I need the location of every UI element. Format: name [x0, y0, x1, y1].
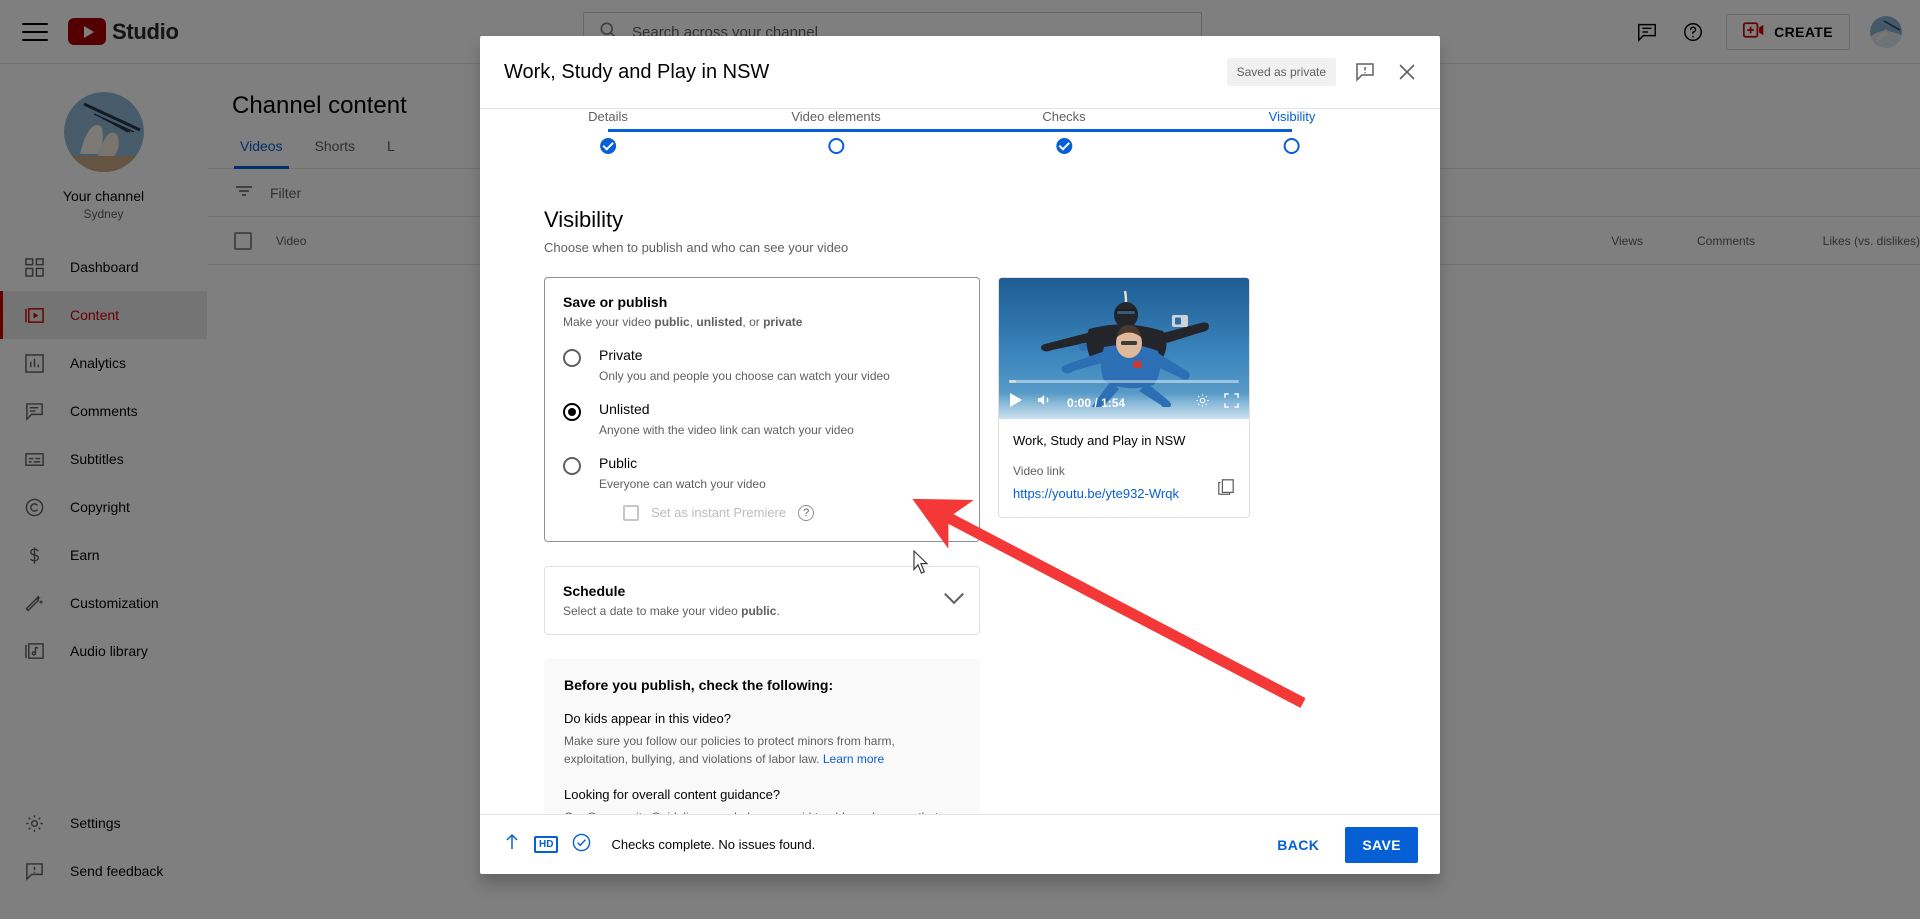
wizard-stepper: Details Video elements Checks Visibility [480, 109, 1440, 181]
save-or-publish-card: Save or publish Make your video public, … [544, 276, 980, 542]
step-label: Video elements [791, 108, 881, 124]
check-circle-icon [572, 833, 591, 857]
pre-publish-notice: Before you publish, check the following:… [544, 658, 980, 814]
close-icon[interactable] [1394, 59, 1420, 85]
video-link[interactable]: https://youtu.be/yte932-Wrqk [1013, 486, 1179, 501]
hd-badge: HD [534, 836, 559, 853]
schedule-sub-suffix: . [776, 603, 780, 618]
notice-paragraph-2: Our Community Guidelines can help you av… [564, 808, 960, 814]
radio-option-public[interactable]: Public Everyone can watch your video Set… [563, 455, 961, 521]
sub-private: private [763, 314, 803, 329]
video-player[interactable]: 0:00 / 1:54 [999, 277, 1249, 419]
chevron-down-icon[interactable] [944, 584, 964, 605]
checks-status-text: Checks complete. No issues found. [611, 837, 816, 852]
step-label: Details [588, 108, 628, 124]
dialog-header: Work, Study and Play in NSW Saved as pri… [480, 36, 1440, 108]
notice-question-1: Do kids appear in this video? [564, 710, 731, 726]
learn-more-link[interactable]: Learn more [823, 752, 884, 766]
radio-unlisted[interactable] [563, 402, 581, 421]
visibility-column: Save or publish Make your video public, … [544, 276, 980, 814]
radio-label: Public [599, 454, 638, 471]
step-dot-done [1055, 137, 1072, 154]
feedback-icon[interactable] [1352, 59, 1378, 85]
notice-paragraph-1: Make sure you follow our policies to pro… [564, 732, 960, 769]
dialog-footer: HD Checks complete. No issues found. BAC… [480, 814, 1440, 874]
sub-unlisted: unlisted [696, 314, 743, 329]
stepper-line-3 [1064, 128, 1292, 132]
sub-sep2: , or [742, 314, 764, 329]
instant-premiere-label: Set as instant Premiere [651, 505, 787, 521]
radio-private[interactable] [563, 348, 581, 367]
radio-label: Unlisted [599, 400, 650, 417]
stepper-line-2 [836, 128, 1064, 132]
sub-prefix: Make your video [563, 314, 655, 329]
copy-icon[interactable] [1217, 478, 1235, 501]
play-icon[interactable] [1009, 393, 1023, 412]
video-link-label: Video link [1013, 463, 1065, 478]
progress-bar[interactable] [1009, 379, 1239, 383]
instant-premiere-checkbox[interactable] [623, 504, 639, 521]
radio-option-unlisted[interactable]: Unlisted Anyone with the video link can … [563, 401, 961, 437]
dialog-header-actions: Saved as private [1226, 58, 1420, 86]
schedule-heading: Schedule [563, 582, 626, 599]
volume-icon[interactable] [1037, 393, 1053, 412]
notice-heading: Before you publish, check the following: [564, 676, 834, 693]
radio-public[interactable] [563, 456, 581, 475]
radio-option-private[interactable]: Private Only you and people you choose c… [563, 347, 961, 383]
fullscreen-icon[interactable] [1224, 393, 1239, 413]
step-label: Visibility [1268, 108, 1316, 124]
upload-icon [504, 833, 520, 856]
instant-premiere-row[interactable]: Set as instant Premiere ? [623, 504, 815, 521]
status-badge: Saved as private [1226, 58, 1336, 86]
dialog-title: Work, Study and Play in NSW [504, 60, 770, 83]
back-button[interactable]: BACK [1261, 827, 1335, 863]
radio-description: Anyone with the video link can watch you… [599, 422, 854, 437]
save-or-publish-heading: Save or publish [563, 293, 668, 310]
video-info: Work, Study and Play in NSW Video link h… [999, 419, 1249, 517]
step-dot-current [1284, 137, 1300, 154]
schedule-sub-prefix: Select a date to make your video [563, 603, 742, 618]
schedule-sub: Select a date to make your video public. [563, 604, 780, 618]
schedule-card[interactable]: Schedule Select a date to make your vide… [544, 565, 980, 635]
section-subheading: Choose when to publish and who can see y… [544, 239, 849, 255]
radio-description: Only you and people you choose can watch… [599, 368, 890, 383]
schedule-sub-bold: public [741, 603, 777, 618]
gear-icon[interactable] [1195, 393, 1210, 413]
radio-description: Everyone can watch your video [599, 476, 766, 491]
dialog-body[interactable]: Visibility Choose when to publish and wh… [480, 181, 1440, 814]
video-upload-dialog: Work, Study and Play in NSW Saved as pri… [480, 36, 1440, 874]
save-or-publish-sub: Make your video public, unlisted, or pri… [563, 315, 961, 329]
step-dot-done [600, 137, 616, 154]
help-icon[interactable]: ? [798, 504, 815, 521]
notice-question-2: Looking for overall content guidance? [564, 787, 781, 803]
player-time: 0:00 / 1:54 [1067, 395, 1126, 410]
step-label: Checks [1042, 108, 1086, 124]
sub-public: public [654, 314, 690, 329]
radio-label: Private [599, 346, 643, 363]
stepper-line-1 [608, 128, 836, 132]
section-heading: Visibility [544, 206, 624, 232]
save-button[interactable]: SAVE [1345, 826, 1418, 863]
preview-video-title: Work, Study and Play in NSW [1013, 432, 1186, 448]
video-preview-card: 0:00 / 1:54 Work, Study and Play in NSW … [998, 276, 1250, 518]
step-dot [828, 137, 844, 154]
player-controls: 0:00 / 1:54 [999, 387, 1249, 419]
